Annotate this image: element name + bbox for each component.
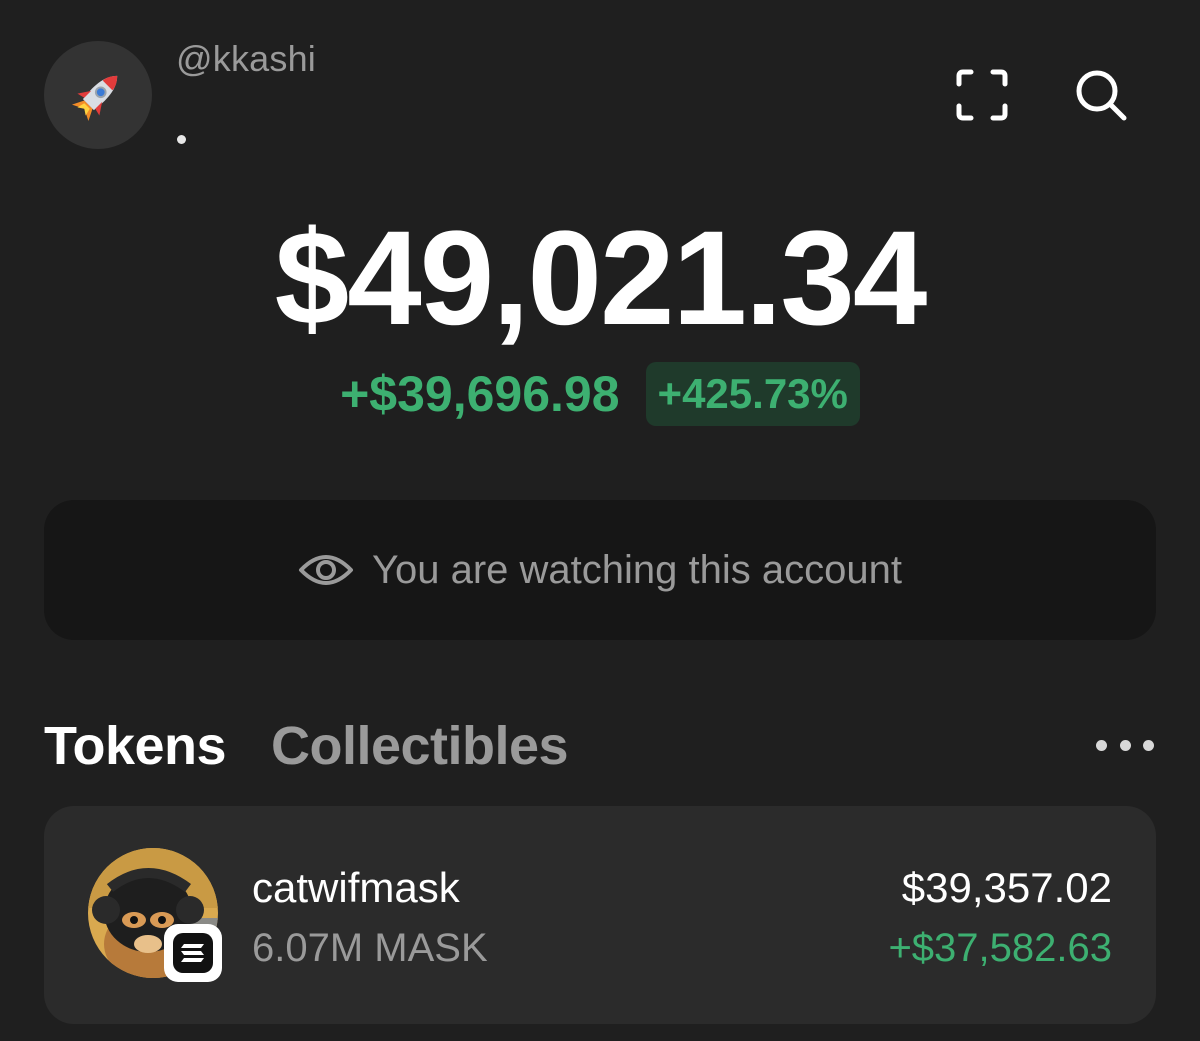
balance-change-percent-badge: +425.73% [645, 362, 860, 426]
more-dot [1119, 739, 1131, 751]
token-gain: +$37,582.63 [888, 926, 1112, 970]
solana-icon [173, 933, 213, 973]
more-options-button[interactable] [1096, 730, 1154, 760]
status-dot [177, 135, 186, 144]
eye-icon [299, 555, 353, 585]
watching-account-banner: You are watching this account [44, 500, 1156, 640]
rocket-icon [71, 75, 118, 122]
tab-collectibles[interactable]: Collectibles [271, 715, 569, 777]
search-icon [1076, 70, 1127, 121]
more-dot [1143, 739, 1154, 751]
balance-change-amount: +$39,696.98 [340, 366, 620, 422]
search-button[interactable] [1070, 64, 1132, 126]
scan-icon [956, 69, 1008, 121]
username: @kkashi [176, 38, 316, 79]
token-amount: 6.07M MASK [252, 926, 488, 970]
avatar[interactable] [44, 41, 152, 149]
token-name: catwifmask [252, 864, 460, 911]
token-value: $39,357.02 [901, 864, 1112, 911]
watching-account-text: You are watching this account [372, 547, 902, 592]
more-horizontal-icon [1096, 739, 1107, 751]
chain-badge [164, 924, 222, 982]
total-balance: $49,021.34 [274, 204, 928, 353]
tab-tokens[interactable]: Tokens [44, 715, 227, 777]
balance-change-row: +$39,696.98 +425.73% [0, 362, 1200, 426]
token-row-catwifmask[interactable]: catwifmask 6.07M MASK $39,357.02 +$37,58… [44, 806, 1156, 1024]
scan-button[interactable] [951, 64, 1013, 126]
